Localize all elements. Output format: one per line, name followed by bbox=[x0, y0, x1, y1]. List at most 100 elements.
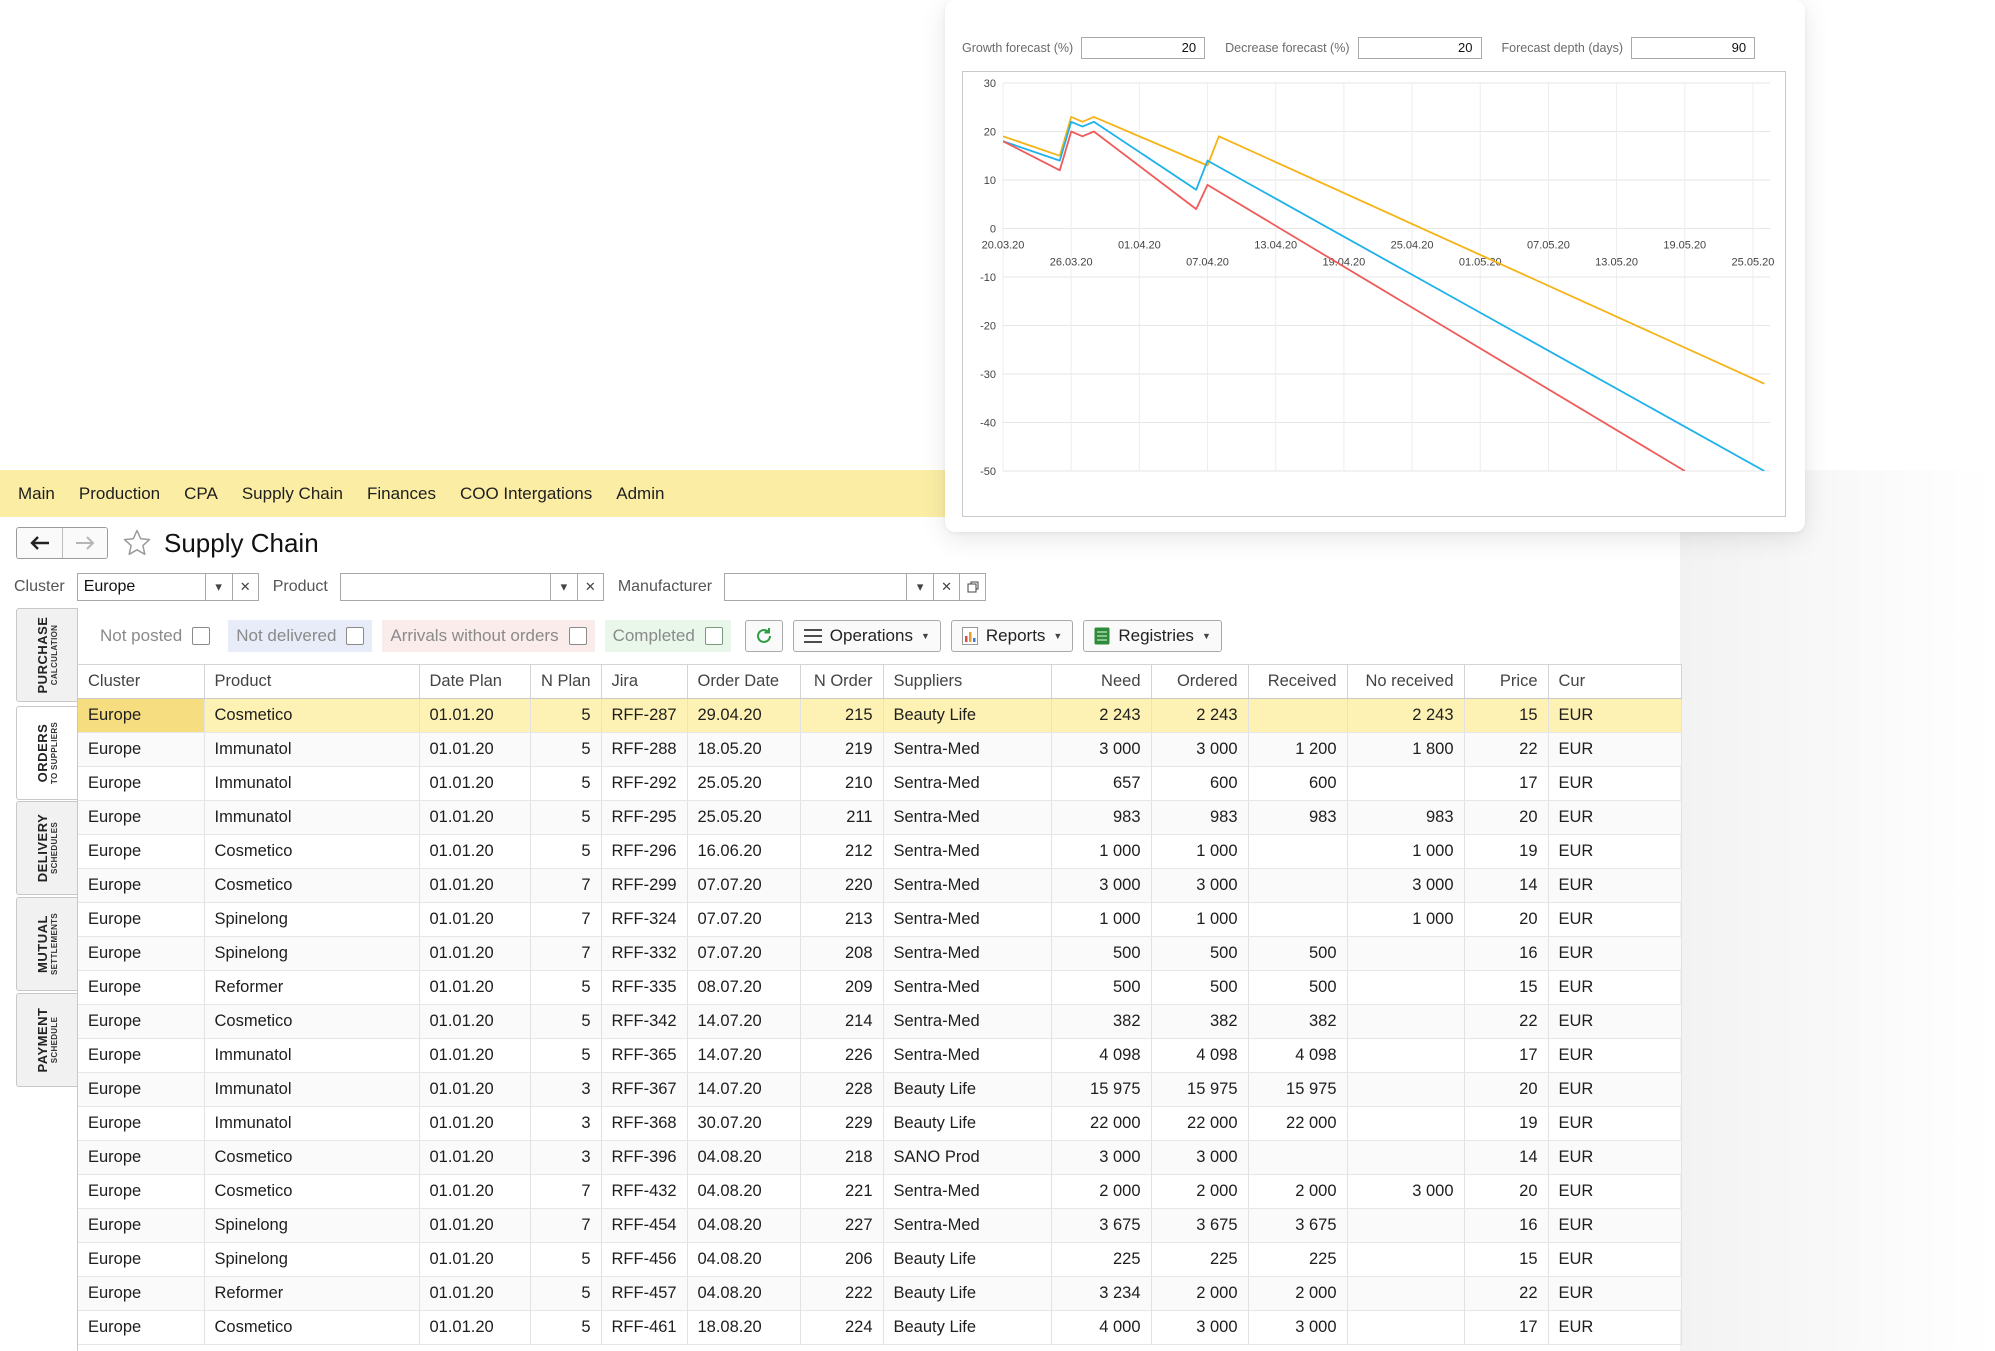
tab-payment-schedule[interactable]: PAYMENT SCHEDULE bbox=[16, 993, 78, 1087]
arrivals-without-orders-checkbox[interactable] bbox=[568, 627, 587, 645]
not-posted-label: Not posted bbox=[100, 626, 183, 645]
table-row[interactable]: Europe Immunatol 01.01.20 3 RFF-367 14.07.20 2… bbox=[78, 1072, 1682, 1107]
clear-icon[interactable]: ✕ bbox=[576, 574, 603, 600]
table-cell bbox=[1248, 834, 1348, 869]
completed-checkbox[interactable] bbox=[704, 627, 723, 645]
column-header[interactable]: Product bbox=[204, 664, 420, 699]
not-posted-filter[interactable]: Not posted bbox=[92, 620, 219, 652]
reports-button[interactable]: Reports ▼ bbox=[950, 620, 1074, 652]
tab-orders-to-suppliers[interactable]: ORDERS TO SUPPLIERS bbox=[16, 706, 78, 800]
column-header[interactable]: No received bbox=[1347, 664, 1465, 699]
growth-forecast-input[interactable]: 20 bbox=[1081, 37, 1206, 59]
not-delivered-checkbox[interactable] bbox=[346, 627, 365, 645]
tab-purchase-calculation[interactable]: PURCHASE CALCULATION bbox=[16, 608, 78, 702]
clear-icon[interactable]: ✕ bbox=[231, 574, 258, 600]
table-cell: 5 bbox=[530, 732, 602, 767]
tab-delivery-schedules[interactable]: DELIVERY SCHEDULES bbox=[16, 801, 78, 895]
product-value[interactable] bbox=[341, 574, 551, 600]
table-row[interactable]: Europe Spinelong 01.01.20 5 RFF-456 04.08.20 2… bbox=[78, 1242, 1682, 1277]
table-cell: 16 bbox=[1464, 1208, 1549, 1243]
table-row[interactable]: Europe Reformer 01.01.20 5 RFF-457 04.08.20 22… bbox=[78, 1276, 1682, 1311]
cluster-label: Cluster bbox=[14, 578, 65, 595]
menu-item-cpa[interactable]: CPA bbox=[172, 470, 230, 517]
column-header[interactable]: N Plan bbox=[530, 664, 602, 699]
not-posted-checkbox[interactable] bbox=[192, 627, 211, 645]
clear-icon[interactable]: ✕ bbox=[933, 574, 959, 600]
chevron-down-icon[interactable]: ▾ bbox=[551, 574, 577, 600]
table-cell: RFF-396 bbox=[601, 1140, 688, 1175]
operations-button[interactable]: Operations ▼ bbox=[792, 620, 941, 652]
chevron-down-icon[interactable]: ▾ bbox=[206, 574, 232, 600]
table-cell: 500 bbox=[1248, 936, 1348, 971]
back-button[interactable] bbox=[17, 528, 62, 558]
column-header[interactable]: Suppliers bbox=[883, 664, 1052, 699]
table-cell: 29.04.20 bbox=[687, 698, 801, 733]
chevron-down-icon[interactable]: ▾ bbox=[907, 574, 933, 600]
menu-item-production[interactable]: Production bbox=[67, 470, 172, 517]
column-header[interactable]: Received bbox=[1248, 664, 1348, 699]
table-cell: 600 bbox=[1248, 766, 1348, 801]
table-row[interactable]: Europe Immunatol 01.01.20 5 RFF-288 18.05.20 2… bbox=[78, 732, 1682, 767]
table-cell: EUR bbox=[1548, 834, 1682, 869]
table-cell bbox=[1347, 1310, 1465, 1345]
refresh-button[interactable] bbox=[744, 620, 783, 652]
menu-item-admin[interactable]: Admin bbox=[604, 470, 676, 517]
table-cell: 07.07.20 bbox=[687, 868, 801, 903]
table-row[interactable]: Europe Spinelong 01.01.20 7 RFF-454 04.08.20 2… bbox=[78, 1208, 1682, 1243]
tab-mutual-settlements[interactable]: MUTUAL SETTLEMENTS bbox=[16, 897, 78, 991]
column-header[interactable]: Ordered bbox=[1151, 664, 1249, 699]
table-cell: 01.01.20 bbox=[419, 1140, 531, 1175]
table-row[interactable]: Europe Cosmetico 01.01.20 3 RFF-396 04.08.20 2… bbox=[78, 1140, 1682, 1175]
column-header[interactable]: Need bbox=[1051, 664, 1152, 699]
manufacturer-label: Manufacturer bbox=[617, 578, 713, 595]
menu-item-coo-integrations[interactable]: COO Intergations bbox=[448, 470, 604, 517]
decrease-forecast-input[interactable]: 20 bbox=[1357, 37, 1482, 59]
table-cell bbox=[1248, 868, 1348, 903]
table-cell: EUR bbox=[1548, 1140, 1682, 1175]
manufacturer-value[interactable] bbox=[725, 574, 908, 600]
favorite-star-icon[interactable] bbox=[122, 528, 152, 558]
table-cell: 1 000 bbox=[1347, 902, 1465, 937]
product-select[interactable]: ▾ ✕ bbox=[339, 573, 604, 601]
table-cell: 3 000 bbox=[1248, 1310, 1348, 1345]
cluster-select[interactable]: Europe ▾ ✕ bbox=[76, 573, 259, 601]
x-tick-label: 20.03.20 bbox=[982, 240, 1025, 252]
table-row[interactable]: Europe Cosmetico 01.01.20 7 RFF-299 07.07.20 2… bbox=[78, 868, 1682, 903]
registries-button[interactable]: Registries ▼ bbox=[1083, 620, 1222, 652]
table-row[interactable]: Europe Cosmetico 01.01.20 5 RFF-287 29.04.20 2… bbox=[78, 698, 1682, 733]
table-row[interactable]: Europe Cosmetico 01.01.20 5 RFF-342 14.07.20 2… bbox=[78, 1004, 1682, 1039]
column-header[interactable]: Price bbox=[1464, 664, 1549, 699]
table-cell: Europe bbox=[78, 1072, 205, 1107]
table-cell: 500 bbox=[1248, 970, 1348, 1005]
column-header[interactable]: Jira bbox=[601, 664, 688, 699]
menu-item-finances[interactable]: Finances bbox=[355, 470, 448, 517]
table-row[interactable]: Europe Immunatol 01.01.20 5 RFF-295 25.05.20 2… bbox=[78, 800, 1682, 835]
menu-item-main[interactable]: Main bbox=[6, 470, 67, 517]
not-delivered-filter[interactable]: Not delivered bbox=[228, 620, 373, 652]
table-row[interactable]: Europe Spinelong 01.01.20 7 RFF-324 07.07.20 2… bbox=[78, 902, 1682, 937]
column-header[interactable]: Date Plan bbox=[419, 664, 531, 699]
table-row[interactable]: Europe Immunatol 01.01.20 5 RFF-365 14.07.20 2… bbox=[78, 1038, 1682, 1073]
arrivals-without-orders-filter[interactable]: Arrivals without orders bbox=[382, 620, 595, 652]
column-header[interactable]: Order Date bbox=[687, 664, 801, 699]
table-row[interactable]: Europe Spinelong 01.01.20 7 RFF-332 07.07.20 2… bbox=[78, 936, 1682, 971]
table-row[interactable]: Europe Cosmetico 01.01.20 5 RFF-461 18.08.20 2… bbox=[78, 1310, 1682, 1345]
forward-button[interactable] bbox=[62, 528, 107, 558]
table-row[interactable]: Europe Immunatol 01.01.20 3 RFF-368 30.07.20 2… bbox=[78, 1106, 1682, 1141]
column-header[interactable]: Cur bbox=[1548, 664, 1682, 699]
table-cell: 25.05.20 bbox=[687, 766, 801, 801]
column-header[interactable]: Cluster bbox=[78, 664, 205, 699]
table-row[interactable]: Europe Immunatol 01.01.20 5 RFF-292 25.05.20 2… bbox=[78, 766, 1682, 801]
table-row[interactable]: Europe Cosmetico 01.01.20 7 RFF-432 04.08.20 2… bbox=[78, 1174, 1682, 1209]
forecast-depth-input[interactable]: 90 bbox=[1631, 37, 1756, 59]
completed-filter[interactable]: Completed bbox=[604, 620, 731, 652]
table-row[interactable]: Europe Reformer 01.01.20 5 RFF-335 08.07.20 20… bbox=[78, 970, 1682, 1005]
open-window-icon[interactable] bbox=[959, 574, 985, 600]
table-row[interactable]: Europe Cosmetico 01.01.20 5 RFF-296 16.06.20 2… bbox=[78, 834, 1682, 869]
menu-item-supply-chain[interactable]: Supply Chain bbox=[230, 470, 355, 517]
table-cell: EUR bbox=[1548, 1276, 1682, 1311]
column-header[interactable]: N Order bbox=[800, 664, 884, 699]
manufacturer-select[interactable]: ▾ ✕ bbox=[724, 573, 987, 601]
orders-toolbar: Not posted Not delivered Arrivals withou… bbox=[78, 608, 1680, 664]
cluster-value[interactable]: Europe bbox=[78, 574, 206, 600]
